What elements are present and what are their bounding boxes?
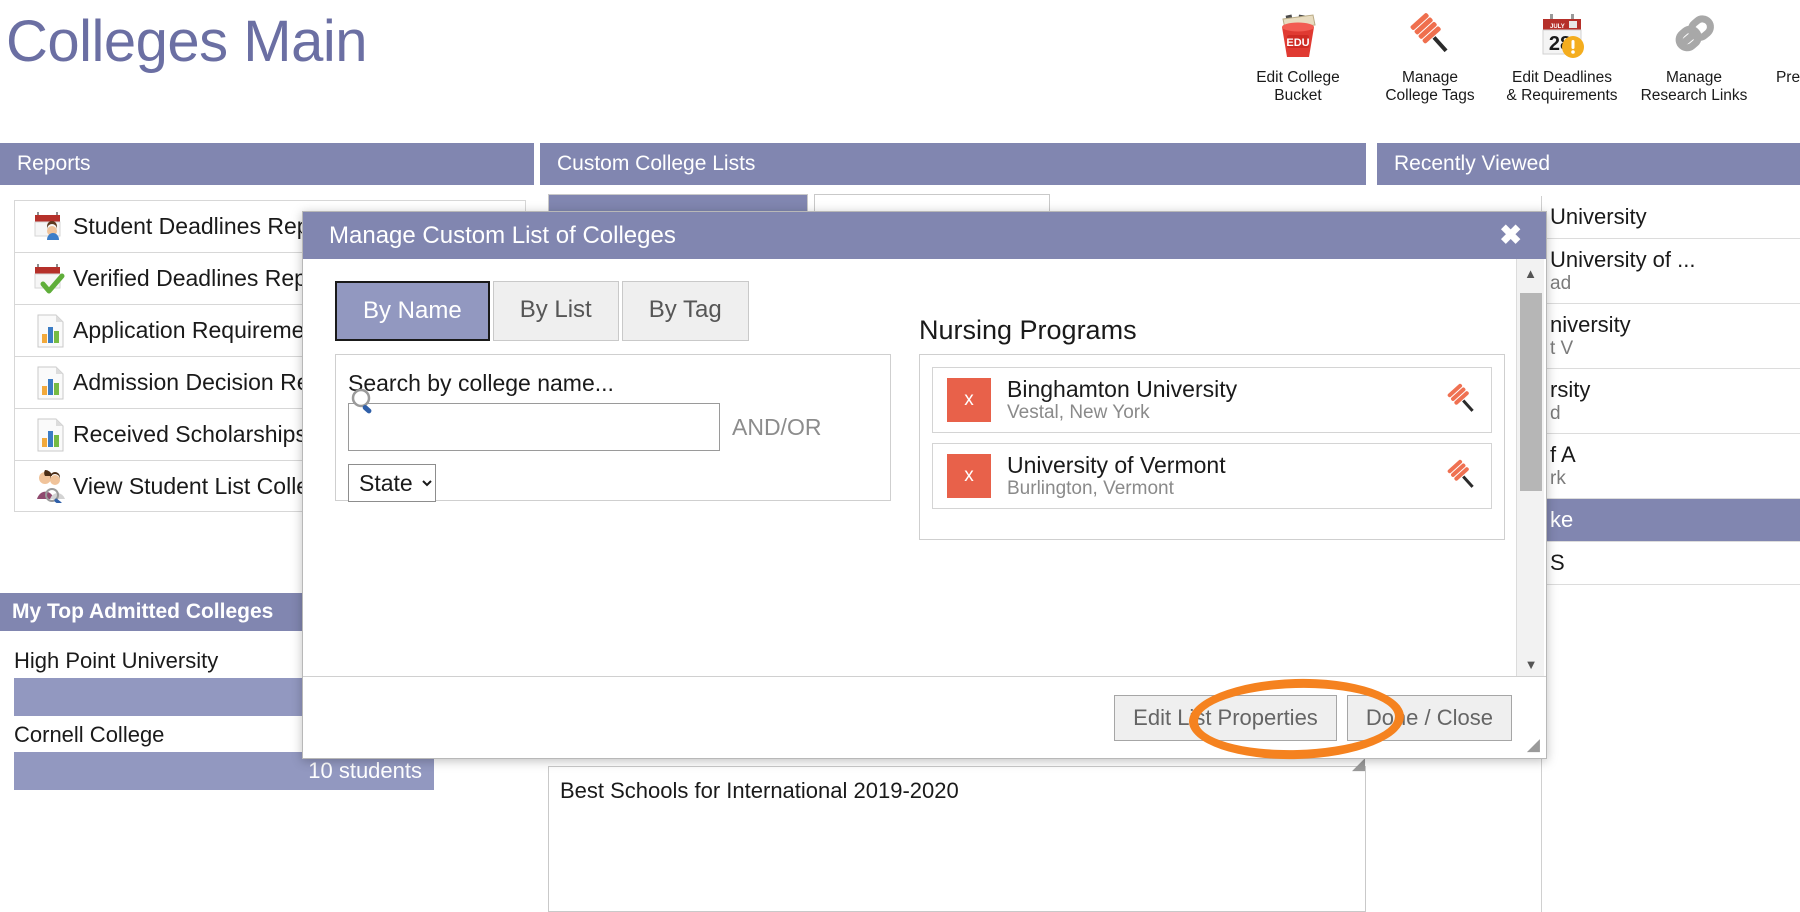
toolbar-label: Edit Deadlines & Requirements [1506, 69, 1618, 104]
chain-link-icon [1662, 6, 1726, 66]
toolbar-manage-research-links[interactable]: Manage Research Links [1628, 6, 1760, 105]
report-label: Student Deadlines Report [73, 213, 337, 239]
recent-item[interactable]: S [1542, 542, 1800, 585]
college-row[interactable]: x Binghamton University Vestal, New York [932, 367, 1492, 433]
calendar-check-icon [29, 260, 73, 298]
toolbar-manage-college-tags[interactable]: Manage College Tags [1364, 6, 1496, 105]
recent-item[interactable]: University [1542, 196, 1800, 239]
recent-item[interactable]: University of ... ad [1542, 239, 1800, 304]
toolbar-partial-item[interactable]: Pre [1760, 6, 1800, 87]
remove-college-button[interactable]: x [947, 454, 991, 498]
modal-title: Manage Custom List of Colleges [329, 221, 676, 249]
college-name: University of Vermont [1007, 452, 1226, 478]
report-label: Verified Deadlines Report [73, 265, 334, 291]
recent-item-sub: rk [1550, 468, 1566, 489]
college-location: Burlington, Vermont [1007, 478, 1174, 499]
admitted-bar-value: 10 students [308, 758, 422, 783]
modal-resize-handle[interactable]: ◢ [1527, 735, 1540, 755]
recent-item-sub: ad [1550, 273, 1572, 294]
students-search-icon [29, 467, 73, 505]
toolbar-label: Pre [1775, 69, 1800, 86]
scroll-up-icon[interactable]: ▲ [1517, 259, 1544, 287]
toolbar-edit-college-bucket[interactable]: EDU Edit College Bucket [1232, 6, 1364, 105]
modal-body: By Name By List By Tag Search by college… [303, 259, 1546, 678]
recent-item[interactable]: f A rk [1542, 434, 1800, 499]
bar-chart-doc-icon [29, 312, 73, 350]
remove-college-button[interactable]: x [947, 378, 991, 422]
college-location: Vestal, New York [1007, 402, 1150, 423]
recently-viewed-panel-header: Recently Viewed [1377, 143, 1800, 185]
calendar-alert-icon: JULY 28 [1530, 6, 1594, 66]
report-label: Application Requirements [73, 317, 336, 343]
recent-item-name: S [1550, 550, 1565, 575]
modal-header: Manage Custom List of Colleges ✖ [303, 212, 1546, 259]
modal-footer: Edit List Properties Done / Close ◢ [303, 676, 1546, 758]
bucket-edu-icon: EDU [1266, 6, 1330, 66]
recent-item-sub: d [1550, 403, 1561, 424]
toolbar-label: Manage Research Links [1640, 69, 1748, 104]
recent-item-name: University [1550, 204, 1647, 229]
partial-icon [1760, 6, 1800, 66]
toolbar-edit-deadlines-requirements[interactable]: JULY 28 Edit Deadlines & Requirements [1496, 6, 1628, 105]
top-toolbar: EDU Edit College Bucket Manage College T… [1232, 6, 1800, 105]
search-input[interactable] [348, 403, 720, 451]
tab-by-tag[interactable]: By Tag [621, 281, 749, 341]
reports-panel-header: Reports [0, 143, 534, 185]
tab-by-name[interactable]: By Name [335, 281, 490, 341]
state-select[interactable]: State [348, 464, 436, 502]
college-name: Binghamton University [1007, 376, 1238, 402]
svg-text:EDU: EDU [1286, 37, 1309, 49]
search-panel-label: Search by college name... [348, 370, 614, 396]
recent-item-name: ke [1550, 507, 1574, 532]
close-icon[interactable]: ✖ [1493, 220, 1528, 251]
and-or-label: AND/OR [732, 413, 822, 440]
edit-list-properties-button[interactable]: Edit List Properties [1114, 694, 1337, 741]
scrollbar-thumb[interactable] [1520, 293, 1542, 491]
list-title: Nursing Programs [919, 315, 1137, 345]
calendar-student-icon [29, 208, 73, 246]
custom-lists-panel-header: Custom College Lists [540, 143, 1366, 185]
recent-item-name: rsity [1550, 377, 1591, 402]
college-info: Binghamton University Vestal, New York [1007, 376, 1435, 424]
recent-item[interactable]: niversity t V [1542, 304, 1800, 369]
pin-tag-icon [1398, 6, 1462, 66]
scroll-down-icon[interactable]: ▼ [1517, 650, 1545, 678]
report-label: View Student List College [73, 472, 335, 499]
recent-item[interactable]: rsity d [1542, 369, 1800, 434]
modal-tabs: By Name By List By Tag [335, 281, 752, 341]
svg-text:JULY: JULY [1550, 24, 1565, 30]
modal-scrollbar[interactable]: ▲ ▼ [1516, 259, 1544, 678]
bar-chart-doc-icon [29, 416, 73, 454]
recent-item-sub: t V [1550, 338, 1574, 359]
recent-item-name: University of ... [1550, 247, 1696, 272]
college-row[interactable]: x University of Vermont Burlington, Verm… [932, 443, 1492, 509]
pin-icon[interactable] [1435, 382, 1491, 418]
tab-by-list[interactable]: By List [492, 281, 619, 341]
recent-item[interactable]: ke [1542, 499, 1800, 542]
pin-icon[interactable] [1435, 458, 1491, 494]
college-info: University of Vermont Burlington, Vermon… [1007, 452, 1435, 500]
manage-custom-list-modal: Manage Custom List of Colleges ✖ By Name… [302, 211, 1547, 759]
page-title: Colleges Main [6, 9, 368, 74]
search-panel: Search by college name... AND/OR State [335, 354, 891, 502]
selected-colleges-box: x Binghamton University Vestal, New York [919, 354, 1505, 540]
recent-item-name: niversity [1550, 312, 1631, 337]
custom-list-bottom-label: Best Schools for International 2019-2020 [560, 778, 959, 803]
toolbar-label: Manage College Tags [1385, 69, 1475, 104]
done-close-button[interactable]: Done / Close [1346, 694, 1512, 741]
recent-item-name: f A [1550, 442, 1576, 467]
recently-viewed-list: University University of ... ad niversit… [1541, 196, 1800, 912]
toolbar-label: Edit College Bucket [1256, 69, 1340, 104]
bar-chart-doc-icon [29, 364, 73, 402]
colleges-main-page: Colleges Main EDU Edit College Bucket Ma… [0, 0, 1800, 912]
